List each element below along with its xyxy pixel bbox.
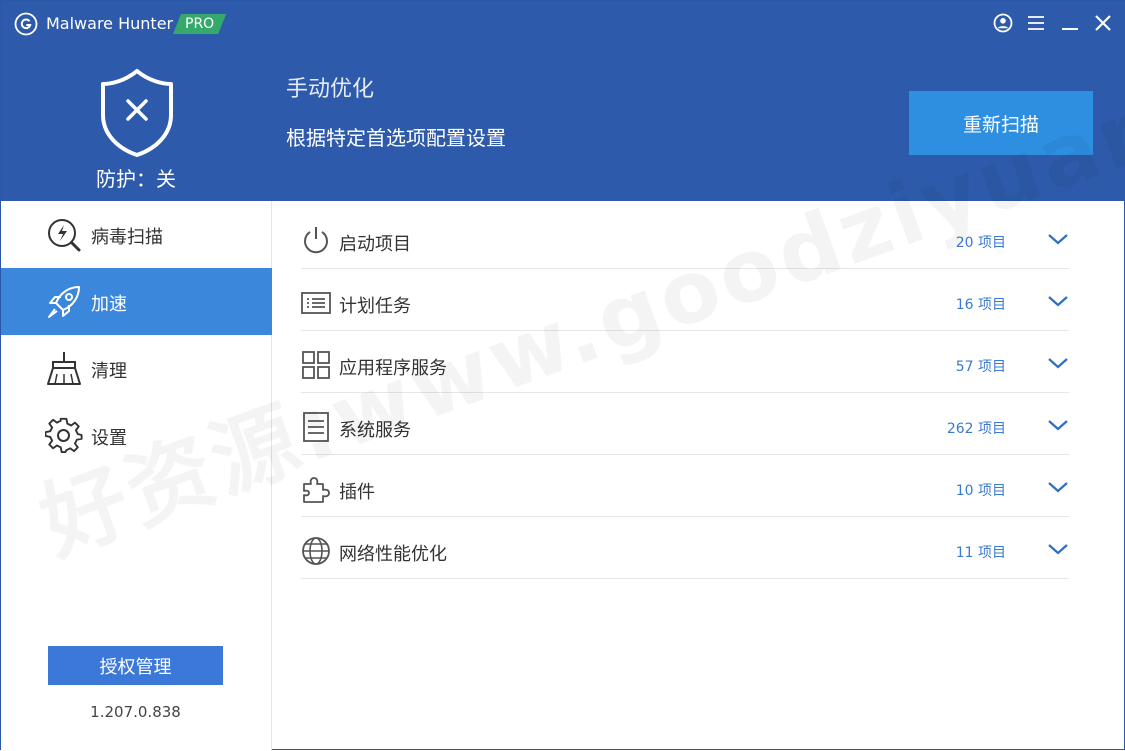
sidebar: 病毒扫描 加速 清理 设置 授权管理 1.207.0.838 [1, 201, 272, 751]
chevron-down-icon[interactable] [1047, 417, 1069, 433]
optimization-list: 启动项目 20 项目 计划任务 16 项目 应用程序服务 57 项目 系统服务 … [272, 201, 1125, 751]
power-icon [304, 227, 328, 254]
sidebar-item-label: 病毒扫描 [91, 227, 163, 248]
app-window: Malware Hunter PRO 防护：关 手动优化 根据特定首选项配置设置… [0, 0, 1125, 751]
sidebar-item-label: 清理 [91, 361, 127, 382]
account-icon[interactable] [991, 11, 1015, 35]
g-shield-logo-icon [14, 12, 38, 36]
app-name: Malware Hunter [46, 14, 174, 33]
scan-lightning-icon [48, 219, 81, 252]
list-item-scheduled-tasks[interactable]: 计划任务 16 项目 [301, 269, 1069, 331]
list-item-plugins[interactable]: 插件 10 项目 [301, 455, 1069, 517]
page-subtitle: 根据特定首选项配置设置 [286, 126, 506, 150]
protection-status: 防护：关 [96, 167, 176, 191]
row-count: 262 项目 [946, 421, 1006, 437]
sidebar-item-virus-scan[interactable]: 病毒扫描 [1, 201, 272, 268]
menu-icon[interactable] [1024, 11, 1048, 35]
chevron-down-icon[interactable] [1047, 355, 1069, 371]
list-item-startup[interactable]: 启动项目 20 项目 [301, 207, 1069, 269]
list-item-system-services[interactable]: 系统服务 262 项目 [301, 393, 1069, 455]
row-count: 10 项目 [955, 483, 1006, 499]
row-count: 57 项目 [955, 359, 1006, 375]
task-list-icon [301, 292, 331, 314]
sidebar-item-settings[interactable]: 设置 [1, 402, 272, 469]
chevron-down-icon[interactable] [1047, 479, 1069, 495]
sidebar-item-label: 设置 [91, 428, 127, 449]
row-label: 应用程序服务 [339, 358, 447, 379]
row-label: 网络性能优化 [339, 544, 447, 565]
row-label: 系统服务 [339, 420, 411, 441]
row-label: 计划任务 [339, 296, 411, 317]
sidebar-item-label: 加速 [91, 294, 127, 315]
app-grid-icon [302, 351, 330, 379]
version-label: 1.207.0.838 [90, 703, 181, 721]
row-label: 启动项目 [339, 234, 411, 255]
close-icon[interactable] [1091, 11, 1115, 35]
chevron-down-icon[interactable] [1047, 293, 1069, 309]
list-item-network-optimization[interactable]: 网络性能优化 11 项目 [301, 517, 1069, 579]
globe-icon [302, 537, 330, 565]
broom-icon [47, 352, 81, 385]
page-title: 手动优化 [286, 77, 375, 102]
row-count: 20 项目 [955, 235, 1006, 251]
row-label: 插件 [339, 482, 375, 503]
chevron-down-icon[interactable] [1047, 541, 1069, 557]
title-bar: Malware Hunter PRO [1, 1, 1125, 47]
gear-icon [45, 417, 83, 454]
puzzle-icon [303, 477, 330, 503]
shield-x-icon [101, 69, 173, 157]
rocket-icon [48, 286, 80, 318]
minimize-icon[interactable] [1058, 11, 1082, 35]
list-item-app-services[interactable]: 应用程序服务 57 项目 [301, 331, 1069, 393]
chevron-down-icon[interactable] [1047, 231, 1069, 247]
pro-badge: PRO [173, 14, 226, 34]
rescan-button[interactable]: 重新扫描 [909, 91, 1093, 155]
document-list-icon [303, 412, 329, 442]
sidebar-item-clean[interactable]: 清理 [1, 335, 272, 402]
row-count: 11 项目 [955, 545, 1006, 561]
header: Malware Hunter PRO 防护：关 手动优化 根据特定首选项配置设置… [1, 1, 1125, 201]
row-count: 16 项目 [955, 297, 1006, 313]
sidebar-item-speedup[interactable]: 加速 [1, 268, 272, 335]
license-management-button[interactable]: 授权管理 [48, 646, 223, 685]
